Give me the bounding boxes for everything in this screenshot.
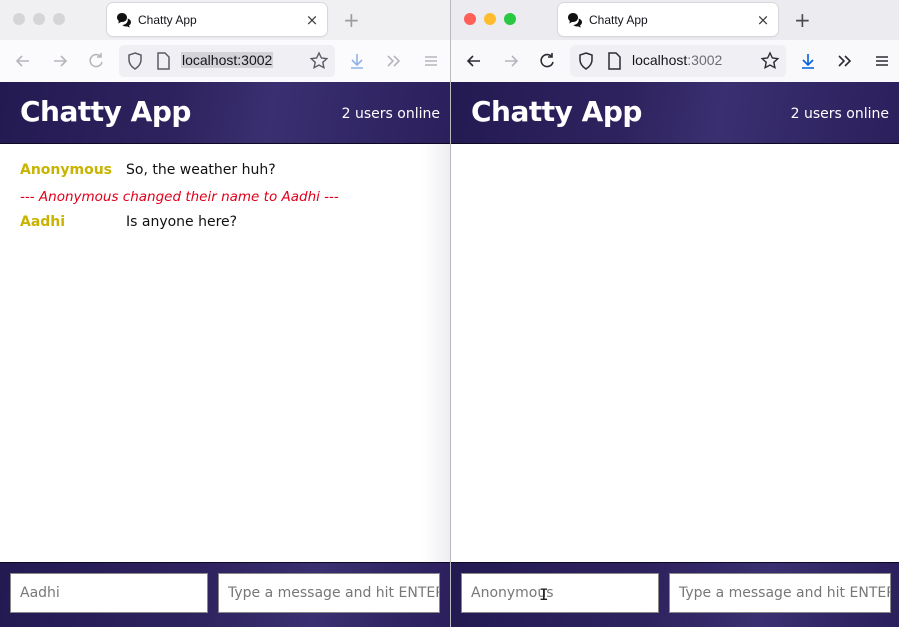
tab-close-icon[interactable]: ×: [752, 11, 774, 29]
app-title: Chatty App: [471, 95, 642, 128]
system-notification: --- Anonymous changed their name to Aadh…: [20, 189, 339, 205]
bookmark-star-icon[interactable]: [760, 51, 780, 71]
back-arrow-icon[interactable]: [13, 51, 33, 71]
download-icon[interactable]: [347, 51, 367, 71]
tab-strip: Chatty App × +: [451, 0, 899, 40]
window-controls: [13, 13, 65, 25]
message-list: [451, 144, 899, 563]
tab-chatty-app[interactable]: Chatty App ×: [558, 3, 778, 36]
tab-chatty-app[interactable]: Chatty App ×: [107, 3, 327, 36]
tab-title: Chatty App: [589, 12, 648, 27]
chat-bar: Aadhi Type a message and hit ENTER: [0, 562, 450, 627]
chat-bubbles-icon: [568, 12, 582, 28]
url-port: :3002: [237, 52, 273, 68]
message-username: Aadhi: [20, 214, 66, 230]
tab-strip: Chatty App × +: [0, 0, 450, 40]
message-list: Anonymous So, the weather huh? --- Anony…: [0, 144, 450, 563]
users-online-count: 2 users online: [790, 106, 889, 122]
app-navbar: Chatty App 2 users online: [0, 82, 450, 144]
forward-arrow-icon[interactable]: [50, 51, 70, 71]
browser-window-left: Chatty App × + localhost:3002 Chatty App…: [0, 0, 450, 627]
url-text[interactable]: localhost:3002: [181, 52, 274, 68]
reload-icon[interactable]: [86, 51, 106, 71]
username-input[interactable]: Anonymous: [461, 573, 659, 613]
users-online-count: 2 users online: [341, 106, 440, 122]
nav-bar: localhost:3002: [0, 40, 450, 83]
message-input[interactable]: Type a message and hit ENTER: [669, 573, 891, 613]
nav-bar: localhost:3002: [451, 40, 899, 83]
new-tab-button[interactable]: +: [794, 8, 811, 32]
url-bar[interactable]: localhost:3002: [570, 45, 786, 77]
message-content: Is anyone here?: [126, 214, 238, 230]
url-text[interactable]: localhost:3002: [632, 52, 722, 68]
maximize-window-button[interactable]: [53, 13, 65, 25]
url-port: :3002: [687, 52, 723, 68]
overflow-chevrons-icon[interactable]: [384, 51, 404, 71]
bookmark-star-icon[interactable]: [309, 51, 329, 71]
message-content: So, the weather huh?: [126, 162, 276, 178]
reload-icon[interactable]: [537, 51, 557, 71]
overflow-chevrons-icon[interactable]: [835, 51, 855, 71]
message: Aadhi Is anyone here?: [20, 214, 237, 230]
shield-icon[interactable]: [125, 51, 145, 71]
close-window-button[interactable]: [464, 13, 476, 25]
message-username: Anonymous: [20, 162, 113, 178]
message-input[interactable]: Type a message and hit ENTER: [218, 573, 440, 613]
tab-close-icon[interactable]: ×: [301, 11, 323, 29]
url-host: localhost: [632, 52, 688, 68]
page-icon: [608, 52, 621, 70]
minimize-window-button[interactable]: [33, 13, 45, 25]
menu-icon[interactable]: [872, 51, 892, 71]
menu-icon[interactable]: [421, 51, 441, 71]
maximize-window-button[interactable]: [504, 13, 516, 25]
shield-icon[interactable]: [576, 51, 596, 71]
close-window-button[interactable]: [13, 13, 25, 25]
window-controls: [464, 13, 516, 25]
download-icon[interactable]: [798, 51, 818, 71]
minimize-window-button[interactable]: [484, 13, 496, 25]
tab-title: Chatty App: [138, 12, 197, 27]
chat-bubbles-icon: [117, 12, 131, 28]
page-icon: [157, 52, 170, 70]
browser-window-right: Chatty App × + localhost:3002 Chatty App…: [451, 0, 899, 627]
app-navbar: Chatty App 2 users online: [451, 82, 899, 144]
app-title: Chatty App: [20, 95, 191, 128]
url-bar[interactable]: localhost:3002: [119, 45, 335, 77]
username-input[interactable]: Aadhi: [10, 573, 208, 613]
chat-bar: Anonymous I Type a message and hit ENTER: [451, 562, 899, 627]
back-arrow-icon[interactable]: [464, 51, 484, 71]
text-cursor-icon: I: [539, 585, 549, 604]
forward-arrow-icon[interactable]: [501, 51, 521, 71]
message: Anonymous So, the weather huh?: [20, 162, 276, 178]
new-tab-button[interactable]: +: [343, 8, 360, 32]
url-host: localhost: [182, 52, 238, 68]
